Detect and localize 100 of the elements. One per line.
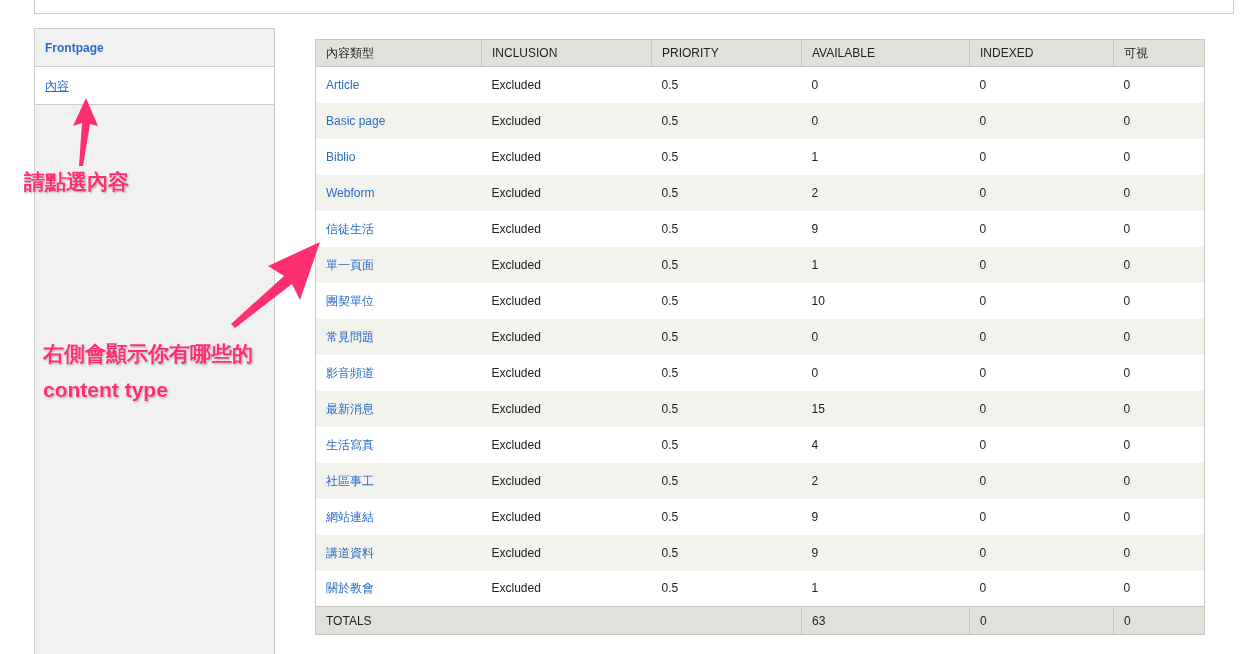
table-cell: 0.5 (651, 174, 802, 211)
table-cell: 0 (801, 66, 970, 103)
table-cell: 2 (801, 174, 970, 211)
table-cell: 0 (1113, 210, 1205, 247)
table-cell: 0.5 (651, 354, 802, 391)
table-cell: 0 (1113, 282, 1205, 319)
table-cell: 10 (801, 282, 970, 319)
table-cell: 0 (801, 354, 970, 391)
table-cell: 0 (1113, 66, 1205, 103)
content-type-link[interactable]: 單一頁面 (326, 257, 374, 272)
table-cell: 0 (1113, 138, 1205, 175)
table-cell: 0.5 (651, 210, 802, 247)
table-cell: 0 (969, 66, 1114, 103)
table-cell: 0 (801, 102, 970, 139)
table-cell: 0.5 (651, 570, 802, 607)
column-header: PRIORITY (651, 39, 802, 67)
table-cell: 0 (1113, 174, 1205, 211)
total-cell: 0 (1113, 606, 1205, 635)
totals-label: TOTALS (315, 606, 802, 635)
table-cell: 0 (1113, 354, 1205, 391)
table-cell: Excluded (481, 66, 652, 103)
table-cell: 0 (969, 426, 1114, 463)
content-type-link[interactable]: 網站連結 (326, 509, 374, 524)
table-cell: 1 (801, 138, 970, 175)
annotation-text: 請點選內容 (24, 169, 129, 195)
table-cell: 0 (1113, 534, 1205, 571)
column-header: INCLUSION (481, 39, 652, 67)
table-cell: 0 (969, 138, 1114, 175)
table-cell: 0 (969, 498, 1114, 535)
content-type-link[interactable]: 最新消息 (326, 401, 374, 416)
table-cell: 0.5 (651, 498, 802, 535)
content-type-link[interactable]: Article (326, 77, 360, 92)
content-type-link[interactable]: 信徒生活 (326, 221, 374, 236)
table-cell: 1 (801, 246, 970, 283)
table-cell: 0 (1113, 390, 1205, 427)
table-cell: Excluded (481, 462, 652, 499)
sidebar-tab[interactable]: Frontpage (45, 38, 104, 57)
table-cell: 0.5 (651, 282, 802, 319)
column-header: INDEXED (969, 39, 1114, 67)
table-cell: 0 (1113, 318, 1205, 355)
total-cell: 63 (801, 606, 970, 635)
content-type-link[interactable]: 常見問題 (326, 329, 374, 344)
table-cell: Excluded (481, 354, 652, 391)
table-cell: 0.5 (651, 318, 802, 355)
table-cell: 0 (801, 318, 970, 355)
table-cell: Excluded (481, 174, 652, 211)
table-cell: 0.5 (651, 426, 802, 463)
table-cell: 0 (1113, 426, 1205, 463)
content-type-link[interactable]: 生活寫真 (326, 437, 374, 452)
table-cell: 0 (969, 318, 1114, 355)
total-cell: 0 (969, 606, 1114, 635)
table-cell: 0 (969, 174, 1114, 211)
annotation-text: 右側會顯示你有哪些的 (43, 341, 253, 367)
table-cell: 0 (1113, 462, 1205, 499)
table-cell: 0 (1113, 246, 1205, 283)
table-cell: 0 (1113, 102, 1205, 139)
table-cell: 0.5 (651, 138, 802, 175)
sidebar-tab[interactable]: 內容 (45, 76, 69, 95)
content-type-link[interactable]: 社區事工 (326, 473, 374, 488)
callout-arrow (73, 98, 98, 166)
column-header: 可視 (1113, 39, 1205, 67)
table-cell: 0.5 (651, 66, 802, 103)
content-type-link[interactable]: Biblio (326, 149, 356, 164)
table-cell: 1 (801, 570, 970, 607)
table-cell: 9 (801, 210, 970, 247)
table-cell: 0 (969, 390, 1114, 427)
content-type-link[interactable]: 講道資料 (326, 545, 374, 560)
content-type-link[interactable]: Webform (326, 185, 375, 200)
table-cell: 9 (801, 498, 970, 535)
table-cell: Excluded (481, 282, 652, 319)
column-header: 內容類型 (315, 39, 482, 67)
table-cell: Excluded (481, 318, 652, 355)
table-cell: Excluded (481, 390, 652, 427)
table-cell: Excluded (481, 102, 652, 139)
annotation-text: content type (43, 377, 169, 403)
table-cell: 0.5 (651, 102, 802, 139)
content-type-link[interactable]: 團契單位 (326, 293, 374, 308)
table-cell: Excluded (481, 498, 652, 535)
table-cell: Excluded (481, 534, 652, 571)
content-type-link[interactable]: Basic page (326, 113, 386, 128)
content-type-link[interactable]: 影音頻道 (326, 365, 374, 380)
table-cell: 4 (801, 426, 970, 463)
table-cell: 0.5 (651, 390, 802, 427)
table-cell: 0 (1113, 570, 1205, 607)
table-cell: 0 (969, 354, 1114, 391)
table-cell: Excluded (481, 426, 652, 463)
table-cell: 0 (969, 282, 1114, 319)
column-header: AVAILABLE (801, 39, 970, 67)
table-cell: 0 (969, 246, 1114, 283)
table-cell: 9 (801, 534, 970, 571)
table-cell: 0 (969, 210, 1114, 247)
table-cell: Excluded (481, 138, 652, 175)
table-cell: 0.5 (651, 534, 802, 571)
table-cell: 0 (969, 102, 1114, 139)
content-type-link[interactable]: 關於教會 (326, 581, 374, 596)
table-cell: 0 (969, 534, 1114, 571)
table-cell: 0.5 (651, 462, 802, 499)
table-cell: Excluded (481, 570, 652, 607)
table-cell: Excluded (481, 246, 652, 283)
table-cell: 2 (801, 462, 970, 499)
